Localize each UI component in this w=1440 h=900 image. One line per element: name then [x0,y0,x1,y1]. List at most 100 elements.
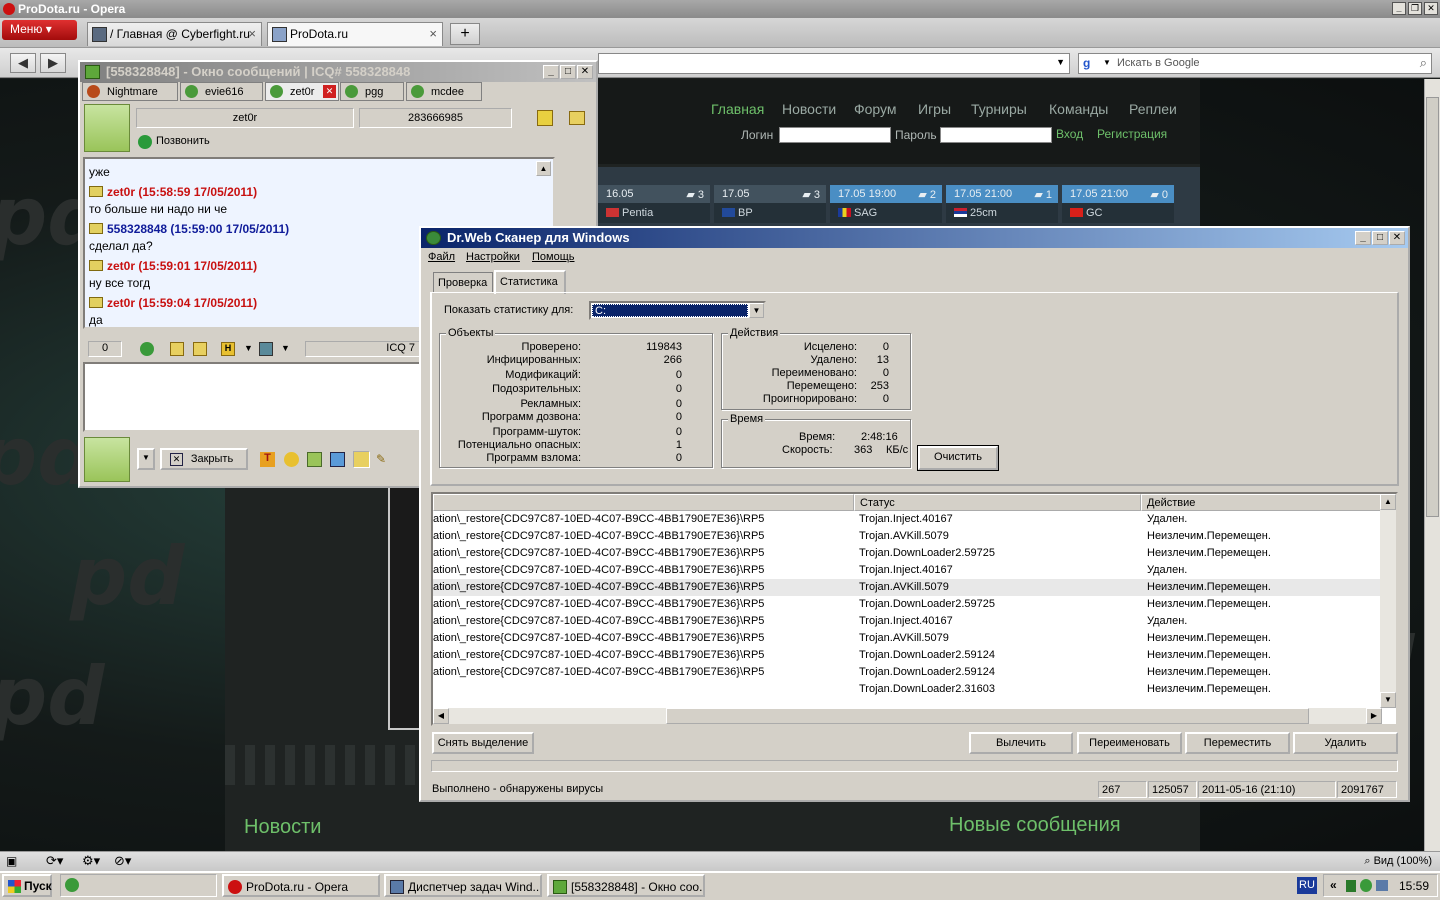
scroll-right-icon[interactable]: ▶ [1366,708,1382,724]
tray-app-icon[interactable] [1346,880,1356,892]
column-header-action[interactable]: Действие [1141,494,1382,511]
deselect-button[interactable]: Снять выделение [432,732,534,754]
table-row[interactable]: ation\_restore{CDC97C87-10ED-4C07-B9CC-4… [433,647,1382,664]
list-vertical-scrollbar[interactable]: ▲ ▼ [1380,494,1396,708]
smiley-icon[interactable] [284,452,299,467]
tray-network-icon[interactable] [1376,880,1388,891]
login-input[interactable] [779,127,891,143]
table-row[interactable]: ation\_restore{CDC97C87-10ED-4C07-B9CC-4… [433,511,1382,528]
tray-expand-icon[interactable]: « [1330,878,1337,892]
match-card[interactable]: 17.05 21:00 ▰ 0 GC [1062,185,1174,225]
scroll-up-icon[interactable]: ▲ [1380,494,1396,510]
nav-tournaments[interactable]: Турниры [971,101,1027,117]
icq-tab-evie616[interactable]: evie616 [180,82,263,101]
table-row[interactable]: Trojan.DownLoader2.31603 Неизлечим.Переме… [433,681,1382,698]
table-row[interactable]: ation\_restore{CDC97C87-10ED-4C07-B9CC-4… [433,630,1382,647]
icq-tab-mcdee[interactable]: mcdee [406,82,482,101]
icq-title-bar[interactable]: [558328848] - Окно сообщений | ICQ# 5583… [80,62,596,82]
nav-teams[interactable]: Команды [1049,101,1108,117]
close-icon[interactable]: ✕ [1389,231,1405,245]
maximize-icon[interactable]: □ [560,65,576,79]
start-button[interactable]: Пуск [2,874,52,897]
clear-button[interactable]: Очистить [917,445,999,471]
news-heading[interactable]: Новости [244,816,321,839]
rename-button[interactable]: Переименовать [1077,732,1182,754]
nav-home[interactable]: Главная [711,101,764,117]
notes-icon[interactable] [193,342,207,356]
table-row[interactable]: ation\_restore{CDC97C87-10ED-4C07-B9CC-4… [433,562,1382,579]
table-row[interactable]: ation\_restore{CDC97C87-10ED-4C07-B9CC-4… [433,664,1382,681]
minimize-icon[interactable]: _ [1355,231,1371,245]
search-icon[interactable]: ⌕ [1420,55,1427,71]
list-horizontal-scrollbar[interactable]: ◀ ▶ [433,708,1382,724]
new-tab-button[interactable]: + [450,23,480,45]
table-row[interactable]: ation\_restore{CDC97C87-10ED-4C07-B9CC-4… [433,545,1382,562]
minimize-icon[interactable]: _ [543,65,559,79]
tab-cyberfight[interactable]: / Главная @ Cyberfight.ru × [87,22,262,46]
contact-avatar[interactable] [84,104,130,152]
dropdown-arrow-icon[interactable]: ▼ [281,343,290,353]
login-button[interactable]: Вход [1056,127,1083,141]
my-avatar[interactable] [84,437,130,482]
task-task-manager[interactable]: Диспетчер задач Wind... [384,874,542,897]
results-list[interactable]: Статус Действие ation\_restore{CDC97C87-… [431,492,1398,726]
template-toggle-icon[interactable] [353,451,370,468]
menu-file[interactable]: Файл [428,251,455,263]
zoom-label[interactable]: ⌕ Вид (100%) [1364,855,1432,868]
scrollbar-thumb[interactable] [666,708,1309,724]
scrollbar-thumb[interactable] [1426,97,1439,517]
drweb-title-bar[interactable]: Dr.Web Сканер для Windows _ □ ✕ [421,228,1408,248]
icq-tab-zet0r[interactable]: zet0r ✕ [265,82,339,101]
scroll-left-icon[interactable]: ◀ [433,708,449,724]
address-dropdown-icon[interactable]: ▼ [1056,57,1065,67]
user-info-icon[interactable] [537,110,553,126]
font-t-icon[interactable]: T [260,452,275,467]
table-row[interactable]: ation\_restore{CDC97C87-10ED-4C07-B9CC-4… [433,613,1382,630]
new-messages-heading[interactable]: Новые сообщения [949,814,1121,837]
scroll-up-icon[interactable]: ▲ [536,161,551,176]
users-icon[interactable] [330,452,345,467]
reload-icon[interactable]: ⟳▾ [46,853,63,869]
tab-statistics[interactable]: Статистика [494,270,566,294]
message-template-icon[interactable] [170,342,184,356]
icq-tab-nightmare[interactable]: Nightmare [82,82,178,101]
history-h-icon[interactable]: H [221,342,235,356]
close-icon[interactable]: ✕ [577,65,593,79]
send-options-button[interactable]: ▼ [137,448,155,470]
nav-games[interactable]: Игры [918,101,951,117]
search-input[interactable]: g ▼ Искать в Google ⌕ [1078,53,1432,74]
column-header-path[interactable] [433,494,854,511]
nav-news[interactable]: Новости [782,101,836,117]
call-button[interactable]: Позвонить [138,135,210,149]
cure-button[interactable]: Вылечить [969,732,1073,754]
table-row[interactable]: ation\_restore{CDC97C87-10ED-4C07-B9CC-4… [433,596,1382,613]
close-chat-button[interactable]: ✕ Закрыть [160,448,248,470]
table-row[interactable]: ation\_restore{CDC97C87-10ED-4C07-B9CC-4… [433,528,1382,545]
address-input[interactable]: ▼ [598,53,1070,74]
speed-dial-icon[interactable]: ⊘▾ [114,853,131,869]
dropdown-arrow-icon[interactable]: ▼ [244,343,253,353]
maximize-icon[interactable]: □ [1372,231,1388,245]
language-indicator[interactable]: RU [1297,877,1317,894]
dropdown-arrow-icon[interactable]: ▼ [749,303,764,318]
match-card[interactable]: 16.05 ▰ 3 Pentia [598,185,710,225]
opera-menu-button[interactable]: Меню ▾ [2,20,77,40]
stats-drive-select[interactable]: C: ▼ [589,301,766,320]
task-icq[interactable]: [558328848] - Окно соо... [547,874,705,897]
search-engine-dropdown-icon[interactable]: ▼ [1103,58,1111,67]
icq-tab-pgg[interactable]: pgg [340,82,404,101]
table-row[interactable]: ation\_restore{CDC97C87-10ED-4C07-B9CC-4… [433,579,1382,596]
forward-button[interactable]: ▶ [40,53,66,73]
tray-icq-icon[interactable] [1360,879,1372,892]
task-opera[interactable]: ProDota.ru - Opera [222,874,380,897]
status-icon[interactable] [140,342,154,356]
history-folder-icon[interactable] [569,111,585,125]
restore-icon[interactable]: ❐ [1408,2,1422,15]
nav-forum[interactable]: Форум [854,101,897,117]
turbo-icon[interactable]: ⚙▾ [82,853,100,869]
tab-close-icon[interactable]: × [429,26,437,41]
back-button[interactable]: ◀ [10,53,36,73]
pencil-icon[interactable]: ✎ [376,452,386,466]
match-card[interactable]: 17.05 21:00 ▰ 1 25cm [946,185,1058,225]
match-card[interactable]: 17.05 ▰ 3 BP [714,185,826,225]
